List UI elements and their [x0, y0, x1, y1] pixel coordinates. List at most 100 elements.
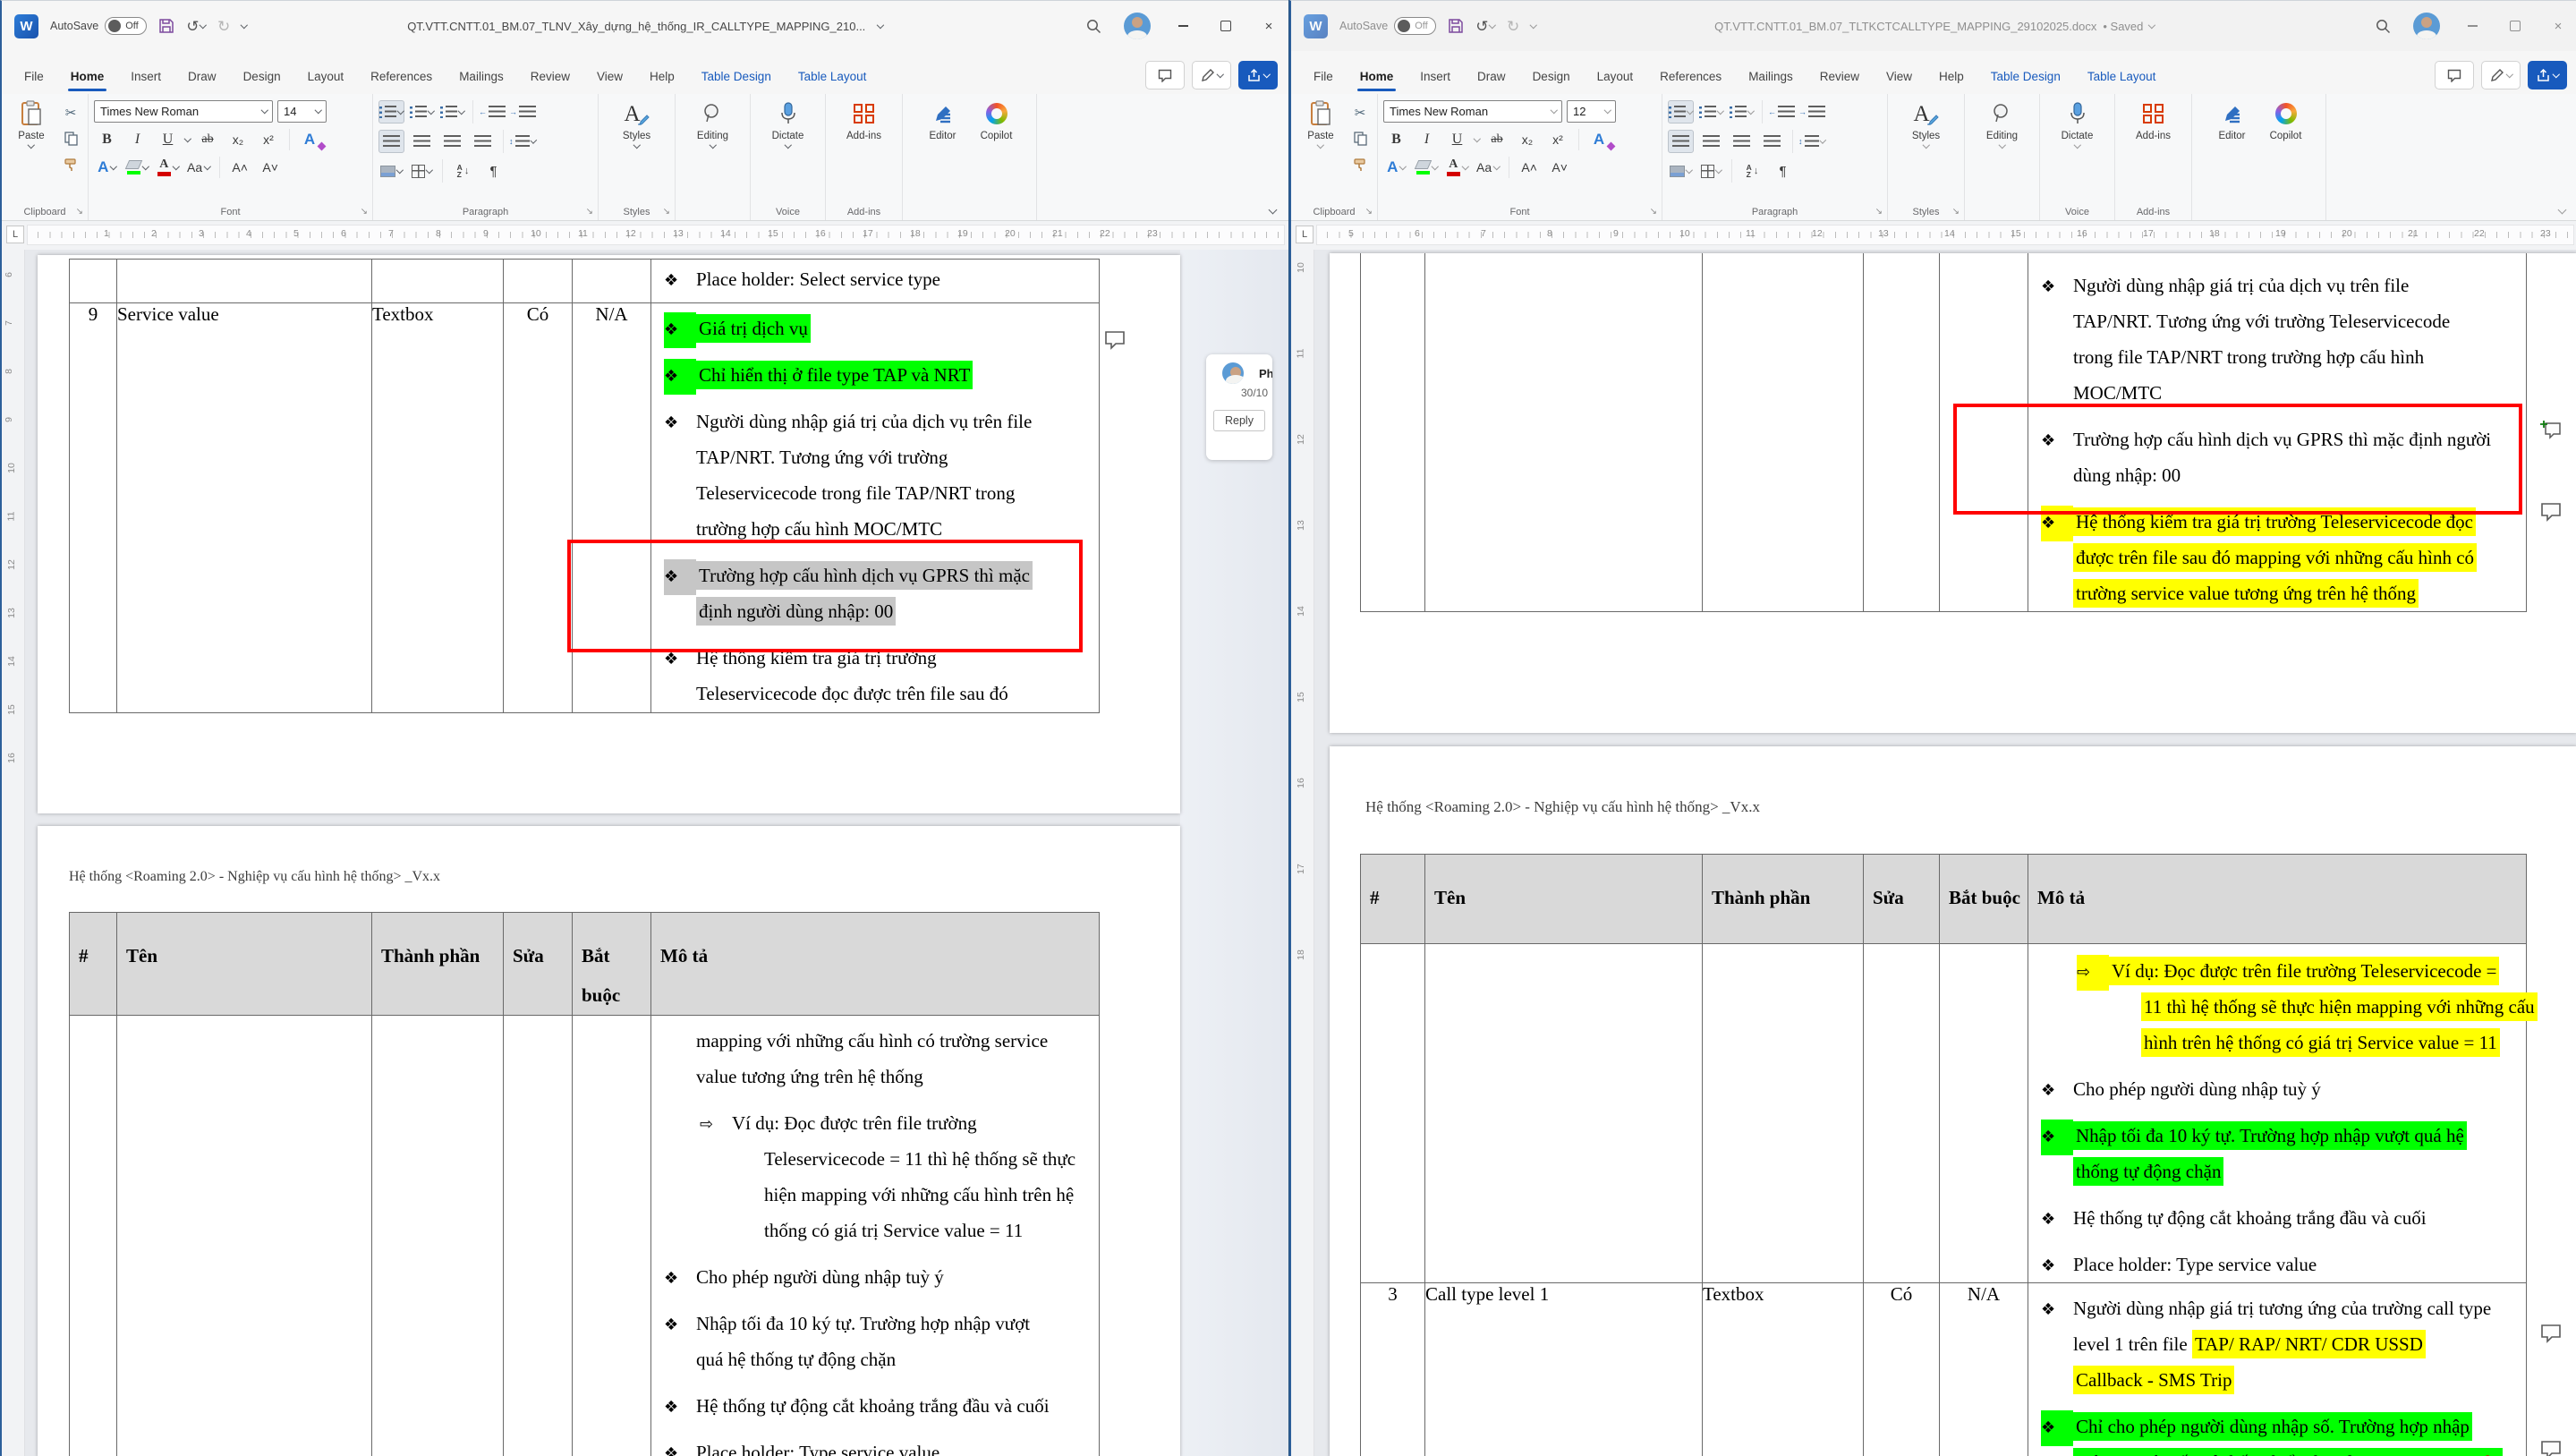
cell-empty[interactable] — [1703, 253, 1864, 612]
copilot-button[interactable]: Copilot — [973, 100, 1021, 141]
cell-batbuoc[interactable]: N/A — [1940, 1283, 2028, 1456]
bold-button[interactable]: B — [1383, 129, 1409, 150]
clipboard-dialog-launcher[interactable]: ↘ — [76, 208, 83, 217]
ribbon-tab[interactable]: Design — [230, 62, 294, 94]
cell-empty[interactable] — [1425, 253, 1703, 612]
ribbon-tab[interactable]: Review — [1807, 62, 1873, 94]
tab-stop-selector[interactable]: L — [6, 226, 24, 243]
reply-button[interactable]: Reply — [1213, 410, 1265, 431]
superscript-button[interactable]: x² — [1545, 129, 1571, 150]
cell-empty[interactable] — [573, 260, 651, 303]
cell-ten[interactable]: Service value — [117, 303, 372, 713]
clear-formatting-button[interactable]: A — [1586, 129, 1612, 150]
grow-font-button[interactable]: A˄ — [1517, 157, 1543, 178]
comment-icon[interactable] — [2540, 1440, 2562, 1456]
ribbon-tab[interactable]: File — [1300, 62, 1347, 94]
save-button[interactable] — [158, 18, 174, 34]
bullets-button[interactable] — [1668, 100, 1694, 123]
show-formatting-marks-button[interactable]: ¶ — [1770, 159, 1796, 183]
collapse-ribbon-button[interactable] — [1269, 206, 1278, 215]
redo-button[interactable]: ↻ — [217, 19, 230, 34]
borders-button[interactable] — [1698, 159, 1724, 183]
sort-button[interactable]: AZ↓ — [450, 159, 476, 183]
document-title[interactable]: QT.VTT.CNTT.01_BM.07_TLNV_Xây_dựng_hệ_th… — [407, 20, 883, 33]
ribbon-tab[interactable]: Insert — [1407, 62, 1464, 94]
cell-empty[interactable] — [70, 1016, 117, 1456]
cell-empty[interactable] — [70, 260, 117, 303]
ribbon-tab[interactable]: Table Layout — [785, 62, 880, 94]
editing-mode-button[interactable] — [2481, 61, 2521, 89]
column-header[interactable]: Tên — [117, 913, 372, 1016]
ribbon-tab[interactable]: Draw — [174, 62, 230, 94]
ribbon-tab[interactable]: File — [11, 62, 57, 94]
column-header[interactable]: Thành phần — [1703, 855, 1864, 944]
ribbon-tab[interactable]: References — [357, 62, 446, 94]
align-right-button[interactable] — [439, 130, 465, 153]
copilot-button[interactable]: Copilot — [2262, 100, 2310, 141]
editing-button[interactable]: Editing — [1978, 100, 2027, 148]
ribbon-tab[interactable]: Mailings — [446, 62, 517, 94]
cell-empty[interactable] — [504, 1016, 573, 1456]
shrink-font-button[interactable]: A˅ — [258, 157, 284, 178]
save-button[interactable] — [1448, 18, 1464, 34]
ribbon-tab[interactable]: Draw — [1464, 62, 1519, 94]
cell-empty[interactable] — [372, 260, 504, 303]
document-page-2[interactable]: Hệ thống <Roaming 2.0> - Nghiệp vụ cấu h… — [1330, 746, 2576, 1456]
avatar[interactable] — [2413, 13, 2440, 39]
align-left-button[interactable] — [1668, 130, 1694, 153]
font-dialog-launcher[interactable]: ↘ — [1650, 208, 1657, 217]
maximize-button[interactable] — [2495, 8, 2535, 44]
cell-mota[interactable]: ❖Người dùng nhập giá trị tương ứng của t… — [2028, 1283, 2527, 1456]
shading-button[interactable] — [378, 159, 404, 183]
comments-button[interactable] — [2435, 61, 2474, 89]
ribbon-tab[interactable]: Layout — [1584, 62, 1647, 94]
new-comment-icon[interactable] — [2540, 420, 2562, 439]
text-effects-button[interactable]: A — [94, 157, 120, 178]
column-header[interactable]: # — [1361, 855, 1425, 944]
align-center-button[interactable] — [409, 130, 435, 153]
cell-mota[interactable]: mapping với những cấu hình có trường ser… — [651, 1016, 1100, 1456]
text-effects-button[interactable]: A — [1383, 157, 1409, 178]
cell-empty[interactable] — [573, 1016, 651, 1456]
align-right-button[interactable] — [1729, 130, 1755, 153]
comment-icon[interactable] — [1104, 330, 1126, 350]
strikethrough-button[interactable]: ab — [195, 129, 221, 150]
font-size-combo[interactable]: 12 — [1567, 100, 1616, 123]
document-page-1[interactable]: ❖Người dùng nhập giá trị của dịch vụ trê… — [1330, 253, 2576, 733]
cell-mota[interactable]: ⇨Ví dụ: Đọc được trên file trường Telese… — [2028, 944, 2527, 1283]
align-center-button[interactable] — [1698, 130, 1724, 153]
document-page-2[interactable]: Hệ thống <Roaming 2.0> - Nghiệp vụ cấu h… — [38, 826, 1180, 1456]
autosave-switch[interactable]: Off — [105, 17, 147, 35]
comment-card[interactable]: Phạm 30/10 Reply — [1206, 354, 1272, 460]
autosave-toggle[interactable]: AutoSave Off — [50, 17, 147, 35]
ribbon-tab[interactable]: Design — [1519, 62, 1584, 94]
vertical-ruler[interactable]: 678910111213141516 — [2, 250, 25, 1456]
close-button[interactable]: × — [2538, 8, 2576, 44]
ribbon-tab[interactable]: Mailings — [1735, 62, 1807, 94]
editor-button[interactable]: Editor — [2208, 100, 2257, 141]
cell-empty[interactable] — [504, 260, 573, 303]
collapse-ribbon-button[interactable] — [2558, 206, 2567, 215]
cell-empty[interactable] — [117, 260, 372, 303]
cell-sua[interactable]: Có — [504, 303, 573, 713]
column-header[interactable]: # — [70, 913, 117, 1016]
shrink-font-button[interactable]: A˅ — [1547, 157, 1573, 178]
cell-empty[interactable] — [1361, 944, 1425, 1283]
highlight-button[interactable] — [124, 157, 150, 178]
column-header[interactable]: Bắt buộc — [573, 913, 651, 1016]
cell-empty[interactable] — [1361, 253, 1425, 612]
font-name-combo[interactable]: Times New Roman — [1383, 100, 1562, 123]
paste-button[interactable]: Paste — [1297, 100, 1345, 175]
underline-button[interactable]: U — [155, 129, 181, 150]
paste-button[interactable]: Paste — [7, 100, 55, 175]
ribbon-tab[interactable]: Review — [517, 62, 583, 94]
numbering-button[interactable] — [1698, 100, 1724, 123]
font-color-button[interactable]: A — [1444, 157, 1470, 178]
bullets-button[interactable] — [378, 100, 404, 123]
multilevel-list-button[interactable] — [1729, 100, 1755, 123]
quick-access-overflow-button[interactable] — [242, 25, 247, 28]
change-case-button[interactable]: Aa — [1475, 157, 1501, 178]
copy-button[interactable] — [59, 129, 82, 149]
share-button[interactable] — [1238, 61, 1278, 89]
document-page-1[interactable]: ❖Place holder: Select service type 9 Ser… — [38, 255, 1180, 813]
